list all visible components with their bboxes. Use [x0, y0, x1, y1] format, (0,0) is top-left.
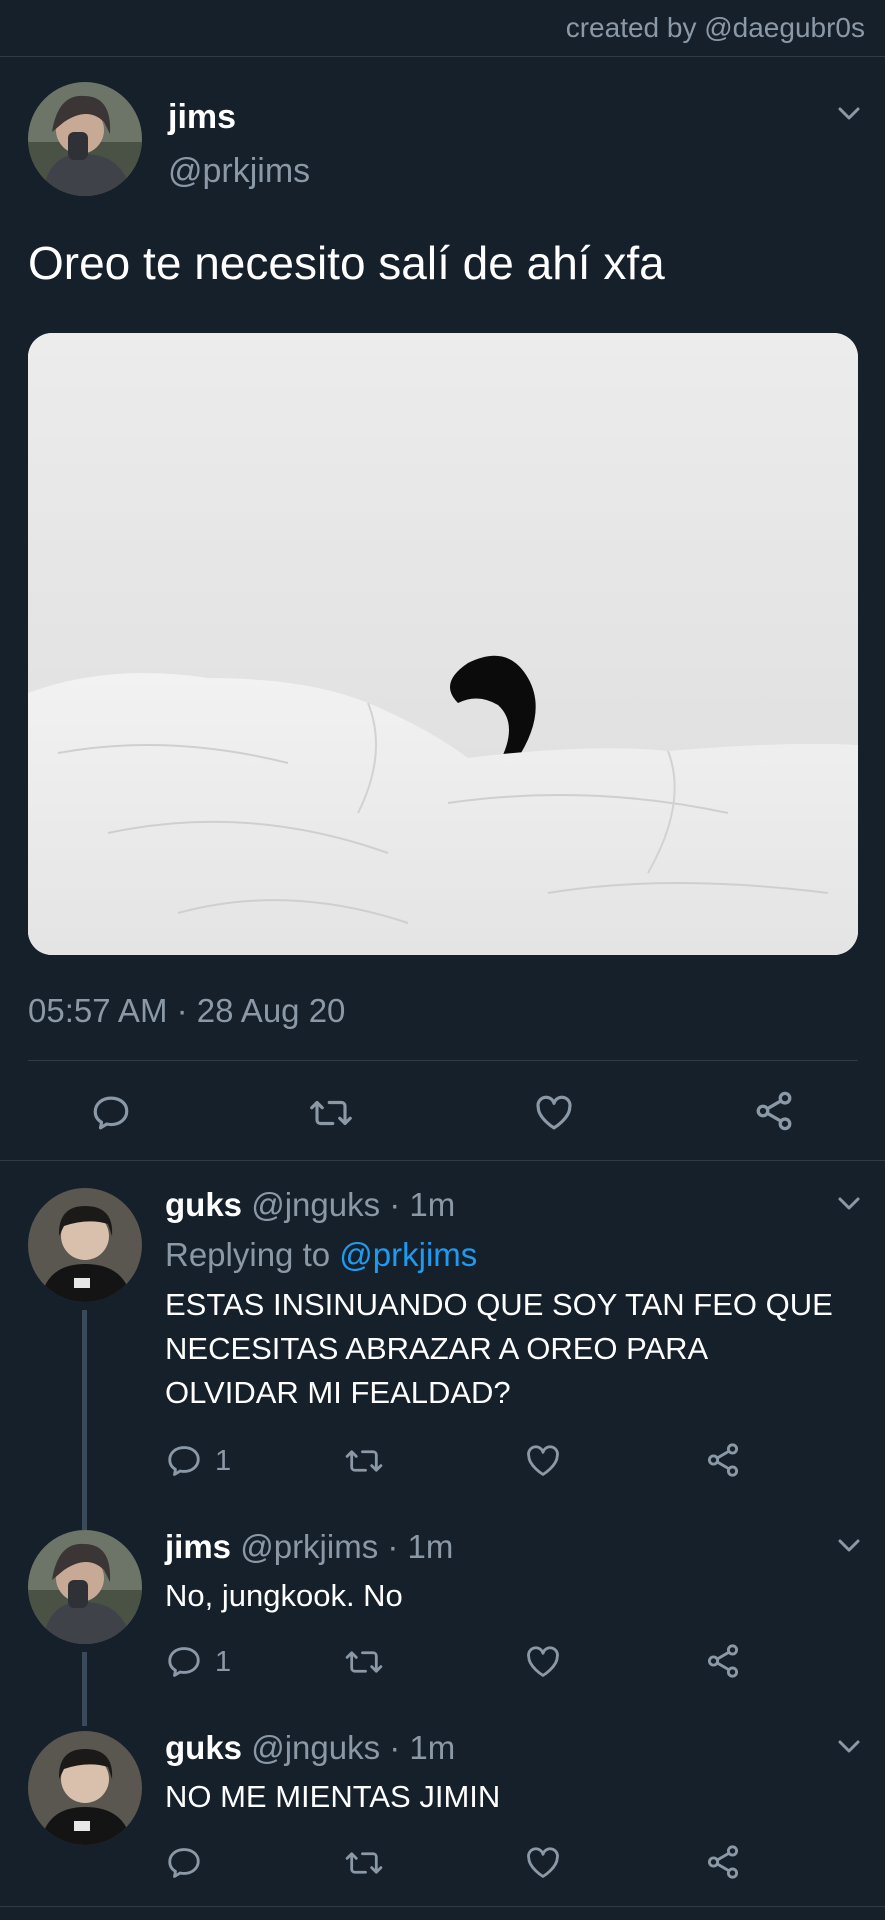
credit-text: created by @daegubr0s: [565, 12, 865, 43]
reply-meta: @jnguks · 1m: [251, 1186, 456, 1223]
reply-text: ESTAS INSINUANDO QUE SOY TAN FEO QUE NEC…: [165, 1287, 833, 1410]
heart-icon: [527, 1646, 559, 1677]
retweet-icon: [345, 1852, 383, 1874]
replying-label: Replying to: [165, 1236, 331, 1273]
retweet-button[interactable]: [344, 1844, 384, 1882]
share-button[interactable]: [704, 1440, 742, 1480]
reply-icon: [168, 1647, 200, 1677]
reply-count: 1: [215, 1645, 232, 1678]
reply-count: 1: [215, 1444, 232, 1477]
chevron-down-icon[interactable]: [834, 1530, 864, 1560]
reply-text: No, jungkook. No: [165, 1578, 403, 1613]
reply-name[interactable]: guks: [165, 1729, 242, 1766]
like-button[interactable]: [524, 1844, 562, 1882]
reply-header: jims @prkjims · 1m: [165, 1528, 453, 1566]
retweet-icon: [345, 1651, 383, 1673]
reply-button[interactable]: 1: [165, 1643, 231, 1681]
reply-button[interactable]: [90, 1092, 132, 1134]
avatar[interactable]: [28, 1731, 142, 1845]
retweet-icon: [310, 1100, 352, 1126]
share-icon: [707, 1644, 739, 1678]
like-button[interactable]: [524, 1442, 562, 1480]
divider: [0, 1160, 885, 1161]
reply-meta: @prkjims · 1m: [240, 1528, 454, 1565]
share-icon: [707, 1845, 739, 1879]
retweet-icon: [345, 1450, 383, 1472]
heart-icon: [527, 1847, 559, 1878]
replying-to: Replying to @prkjims: [165, 1236, 477, 1274]
thread-line: [82, 1652, 87, 1726]
thread-line: [82, 1310, 87, 1530]
reply-button[interactable]: 1: [165, 1442, 231, 1480]
reply-text: NO ME MIENTAS JIMIN: [165, 1779, 501, 1814]
retweet-button[interactable]: [344, 1442, 384, 1480]
share-button[interactable]: [752, 1088, 796, 1134]
reply-icon: [168, 1848, 200, 1878]
share-icon: [756, 1091, 792, 1131]
avatar[interactable]: [28, 1530, 142, 1644]
tweet-timestamp: 05:57 AM · 28 Aug 20: [28, 992, 346, 1029]
reply-icon: [168, 1446, 200, 1476]
chevron-down-icon[interactable]: [834, 98, 864, 128]
tweet-photo[interactable]: [28, 333, 858, 955]
like-button[interactable]: [532, 1092, 576, 1134]
avatar[interactable]: [28, 82, 142, 196]
chevron-down-icon[interactable]: [834, 1188, 864, 1218]
reply-name[interactable]: jims: [165, 1528, 231, 1565]
heart-icon: [536, 1095, 572, 1130]
heart-icon: [527, 1445, 559, 1476]
chevron-down-icon[interactable]: [834, 1731, 864, 1761]
share-button[interactable]: [704, 1641, 742, 1681]
share-icon: [707, 1443, 739, 1477]
reply-icon: [93, 1096, 129, 1130]
retweet-button[interactable]: [344, 1643, 384, 1681]
reply-header: guks @jnguks · 1m: [165, 1729, 455, 1767]
like-button[interactable]: [524, 1643, 562, 1681]
main-tweet-handle[interactable]: @prkjims: [168, 152, 310, 191]
replying-mention[interactable]: @prkjims: [339, 1236, 477, 1273]
reply-name[interactable]: guks: [165, 1186, 242, 1223]
main-tweet-name[interactable]: jims: [168, 98, 236, 137]
top-divider: [0, 56, 885, 57]
share-button[interactable]: [704, 1842, 742, 1882]
divider: [0, 1906, 885, 1907]
main-tweet-text: Oreo te necesito salí de ahí xfa: [28, 237, 665, 289]
divider: [28, 1060, 858, 1061]
avatar[interactable]: [28, 1188, 142, 1302]
reply-meta: @jnguks · 1m: [251, 1729, 456, 1766]
reply-button[interactable]: [165, 1844, 203, 1882]
reply-header: guks @jnguks · 1m: [165, 1186, 455, 1224]
retweet-button[interactable]: [308, 1092, 354, 1134]
